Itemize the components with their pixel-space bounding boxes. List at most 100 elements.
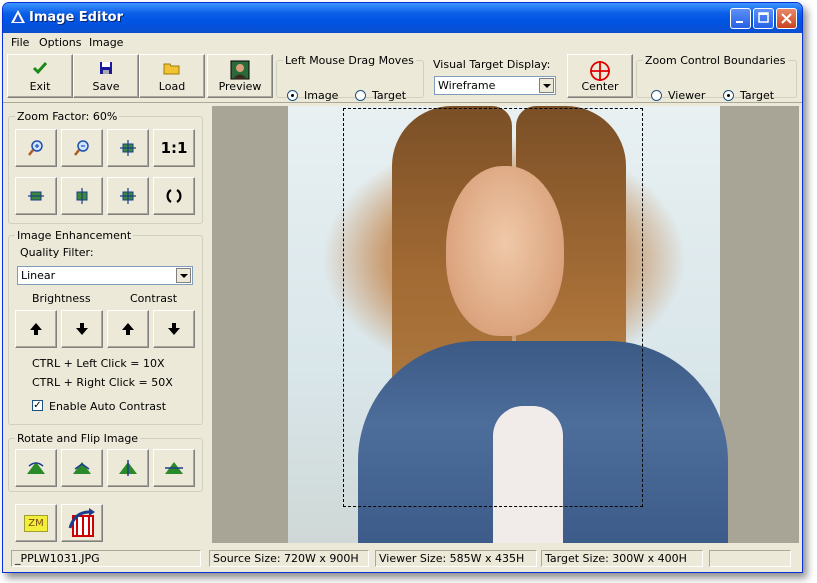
bounds-viewer-radio[interactable]: Viewer [651, 89, 705, 102]
preview-button[interactable]: Preview [207, 54, 273, 98]
rotate-left-icon [27, 462, 45, 474]
left-panel: Zoom Factor: 60% 1:1 Image Enhancement Q… [3, 104, 213, 549]
flip-vertical-icon [165, 462, 183, 474]
arrow-up-icon [122, 323, 134, 335]
hint-right-click: CTRL + Right Click = 50X [32, 376, 173, 389]
drag-image-label: Image [304, 89, 339, 102]
load-button[interactable]: Load [139, 54, 205, 98]
brightness-up-button[interactable] [15, 310, 57, 348]
radio-dot [287, 90, 298, 101]
status-bar: _PPLW1031.JPG Source Size: 720W x 900H V… [3, 548, 802, 570]
image-viewer[interactable] [212, 106, 799, 543]
resize-arrow-icon [68, 508, 95, 537]
auto-contrast-checkbox[interactable]: ✓ [32, 400, 43, 411]
brightness-label: Brightness [32, 292, 91, 305]
bounds-target-radio[interactable]: Target [723, 89, 774, 102]
menu-options[interactable]: Options [39, 36, 81, 49]
resize-mode-button[interactable] [61, 504, 103, 542]
zm-label: ZM [24, 514, 48, 532]
contrast-up-button[interactable] [107, 310, 149, 348]
window-title: Image Editor [29, 10, 124, 25]
maximize-icon [758, 12, 769, 23]
fit-height-button[interactable] [61, 177, 103, 215]
status-source-size: Source Size: 720W x 900H [209, 550, 369, 567]
zoom-in-button[interactable] [15, 129, 57, 167]
fit-target-icon [120, 188, 136, 204]
close-button[interactable] [776, 8, 797, 29]
image-editor-window: Image Editor File Options Image Exit Sav… [2, 2, 803, 573]
zm-button[interactable]: ZM [15, 504, 57, 542]
minimize-button[interactable] [730, 8, 751, 29]
rotate-right-icon [73, 462, 91, 474]
load-label: Load [158, 80, 186, 93]
zoom-factor-legend: Zoom Factor: 60% [17, 110, 118, 123]
fit-height-icon [76, 188, 88, 204]
floppy-disk-icon [100, 62, 112, 74]
status-viewer-size: Viewer Size: 585W x 435H [375, 550, 537, 567]
fit-both-icon [120, 140, 136, 156]
flip-horizontal-icon [119, 460, 137, 476]
visual-target-label: Visual Target Display: [433, 58, 551, 71]
radio-dot [723, 90, 734, 101]
one-to-one-label: 1:1 [160, 139, 188, 157]
title-bar[interactable]: Image Editor [3, 3, 802, 33]
zoom-bounds-group: Zoom Control Boundaries Viewer Target [636, 54, 797, 102]
target-wireframe[interactable] [343, 108, 643, 507]
enhancement-legend: Image Enhancement [17, 229, 132, 242]
crosshair-icon [590, 61, 610, 81]
save-button[interactable]: Save [73, 54, 139, 98]
quality-filter-value: Linear [21, 269, 56, 282]
drag-target-radio[interactable]: Target [355, 89, 406, 102]
actual-size-button[interactable]: 1:1 [153, 129, 195, 167]
flip-horizontal-button[interactable] [107, 449, 149, 487]
exit-button[interactable]: Exit [7, 54, 73, 98]
status-target-size: Target Size: 300W x 400H [541, 550, 703, 567]
preview-label: Preview [218, 80, 262, 93]
fit-both-button[interactable] [107, 129, 149, 167]
close-icon [781, 13, 792, 24]
zoom-bounds-legend: Zoom Control Boundaries [645, 54, 786, 67]
bounds-viewer-label: Viewer [668, 89, 706, 102]
status-extra [709, 550, 791, 567]
zoom-out-button[interactable] [61, 129, 103, 167]
center-button[interactable]: Center [567, 54, 633, 98]
drag-mode-group: Left Mouse Drag Moves Image Target [276, 54, 424, 102]
rotate-legend: Rotate and Flip Image [17, 432, 139, 445]
auto-contrast-label: Enable Auto Contrast [49, 400, 167, 413]
contrast-down-button[interactable] [153, 310, 195, 348]
contrast-label: Contrast [130, 292, 178, 305]
visual-target-select[interactable]: Wireframe [434, 76, 556, 95]
menu-bar: File Options Image [3, 33, 802, 52]
flip-vertical-button[interactable] [153, 449, 195, 487]
radio-dot [651, 90, 662, 101]
visual-target-value: Wireframe [438, 79, 496, 92]
fit-width-icon [28, 191, 44, 201]
menu-image[interactable]: Image [89, 36, 123, 49]
save-label: Save [92, 80, 120, 93]
hint-left-click: CTRL + Left Click = 10X [32, 357, 165, 370]
menu-file[interactable]: File [11, 36, 29, 49]
dropdown-arrow-icon[interactable] [176, 268, 191, 283]
maximize-button[interactable] [753, 8, 774, 29]
fit-width-button[interactable] [15, 177, 57, 215]
minimize-icon [736, 21, 743, 23]
zoom-in-icon [28, 140, 43, 156]
drag-image-radio[interactable]: Image [287, 89, 338, 102]
arrow-up-icon [30, 323, 42, 335]
zoom-out-icon [74, 140, 89, 156]
reset-zoom-button[interactable] [153, 177, 195, 215]
quality-filter-label: Quality Filter: [20, 246, 94, 259]
fit-target-button[interactable] [107, 177, 149, 215]
rotate-left-button[interactable] [15, 449, 57, 487]
refresh-icon [166, 189, 182, 203]
brightness-down-button[interactable] [61, 310, 103, 348]
radio-dot [355, 90, 366, 101]
drag-target-label: Target [372, 89, 407, 102]
rotate-right-button[interactable] [61, 449, 103, 487]
quality-filter-select[interactable]: Linear [17, 266, 193, 285]
checkmark-icon [32, 62, 48, 75]
toolbar: Exit Save Load Preview Left Mouse Drag M… [3, 52, 802, 103]
dropdown-arrow-icon[interactable] [539, 78, 554, 93]
app-icon [11, 10, 25, 23]
status-filename: _PPLW1031.JPG [11, 550, 201, 567]
